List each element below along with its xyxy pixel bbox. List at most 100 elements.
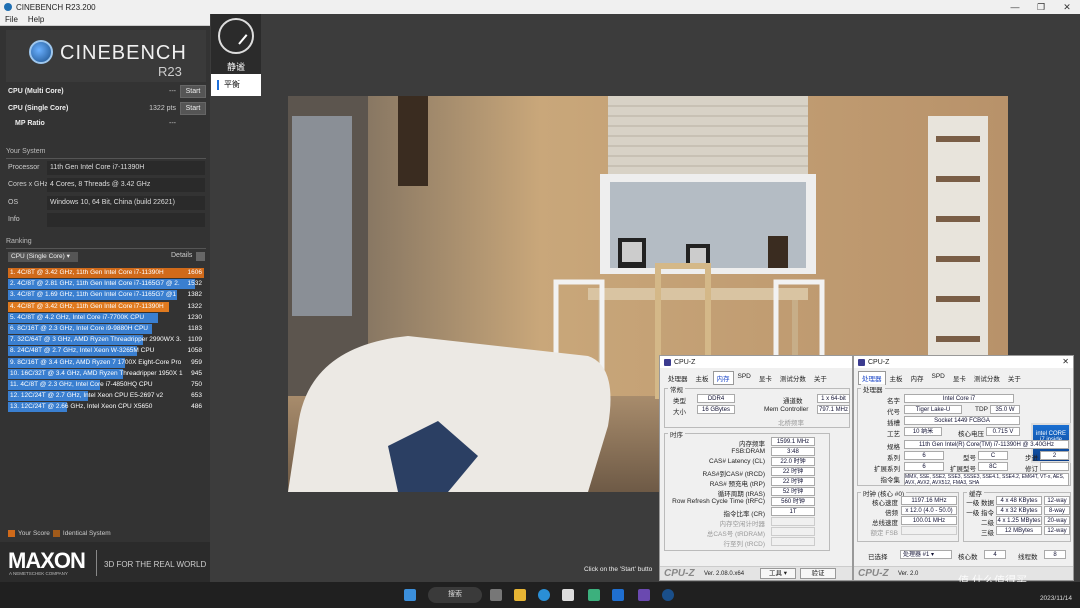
edge-icon[interactable] [538,589,550,601]
system-clock[interactable]: 2023/11/14 [1040,586,1072,602]
ranking-row[interactable]: 9. 8C/16T @ 3.4 GHz, AMD Ryzen 7 1700X E… [8,357,204,368]
timing-label: 内存空闲计时器 [719,521,766,528]
timing-value: 3:48 [771,447,815,456]
verify-button[interactable]: 验证 [800,568,836,579]
clock-date: 2023/11/14 [1039,595,1072,602]
tab-about[interactable]: 关于 [810,371,831,385]
ranking-row[interactable]: 5. 4C/8T @ 4.2 GHz, Intel Core i7-7700K … [8,312,204,323]
cpuz-footer: CPU-Z Ver. 2.08.0.x64 工具 ▾ 验证 [660,566,852,580]
field-label: 大小 [673,409,686,416]
tab-bench[interactable]: 测试分数 [776,371,810,385]
group-label: 时序 [668,429,685,439]
status-text: Click on the 'Start' butto [584,566,653,573]
tab-graphics[interactable]: 显卡 [755,371,776,385]
start-icon[interactable] [404,589,416,601]
cpuz-taskbar-icon[interactable] [638,589,650,601]
tab-processor[interactable]: 处理器 [858,371,886,385]
start-single-core-button[interactable]: Start [180,101,206,115]
tab-spd[interactable]: SPD [928,371,949,385]
maximize-button[interactable]: ❐ [1028,0,1054,14]
mail-icon[interactable] [612,589,624,601]
tab-about[interactable]: 关于 [1004,371,1025,385]
cpu-process: 10 纳米 [904,427,942,436]
mem-type: DDR4 [697,394,735,403]
tab-spd[interactable]: SPD [734,371,755,385]
cpuz-tabs: 处理器 主板 内存 SPD 显卡 测试分数 关于 [664,371,831,385]
start-multi-core-button[interactable]: Start [180,84,206,98]
cpu-family: 6 [904,451,944,460]
ranking-row[interactable]: 10. 16C/32T @ 3.4 GHz, AMD Ryzen Threadr… [8,368,204,379]
timing-label: 行至列 (tRCD) [723,541,765,548]
field-label: 通道数 [783,398,803,405]
ranking-select[interactable]: CPU (Single Core) ▾ [8,252,78,262]
details-toggle-button[interactable] [196,252,205,261]
field-label: 插槽 [887,420,900,427]
cpuz-memory-window: CPU-Z 处理器 主板 内存 SPD 显卡 测试分数 关于 常规 类型 DDR… [659,355,853,581]
ranking-label: 8. 24C/48T @ 2.7 GHz, Intel Xeon W-3265M… [10,347,155,355]
timing-label: 指令比率 (CR) [723,511,765,518]
ranking-score: 1322 [187,302,202,310]
test-score: 1322 pts [149,104,176,112]
clock-label: 额定 FSB [870,530,898,537]
app-icon[interactable] [588,589,600,601]
tools-button[interactable]: 工具 ▾ [760,568,796,579]
timing-value: 1T [771,507,815,516]
cinebench-app-icon [4,3,12,11]
timing-value: 22 时钟 [771,477,815,486]
tab-mainboard[interactable]: 主板 [692,371,713,385]
info-input[interactable] [47,213,205,227]
power-mode-label: 静谧 [226,62,245,72]
menu-file[interactable]: File [5,15,18,24]
field-label: 步进 [1025,455,1038,462]
tab-graphics[interactable]: 显卡 [949,371,970,385]
timing-label: Row Refresh Cycle Time (tRFC) [672,498,765,505]
clock-label: 倍频 [885,510,898,517]
ranking-score: 486 [191,403,202,411]
details-label[interactable]: Details [171,252,192,259]
ranking-row[interactable]: 12. 12C/24T @ 2.7 GHz, Intel Xeon CPU E5… [8,391,204,402]
speedometer-icon [218,18,254,54]
cinebench-taskbar-icon[interactable] [662,589,674,601]
processor-select[interactable]: 处理器 #1 ▾ [900,550,952,559]
ranking-label: 9. 8C/16T @ 3.4 GHz, AMD Ryzen 7 1700X E… [10,358,182,366]
close-icon[interactable]: ✕ [1062,357,1069,366]
general-group: 常规 类型 DDR4 大小 16 GBytes 通道数 1 x 64-bit M… [664,384,850,428]
menu-help[interactable]: Help [28,15,44,24]
cpuz-version: Ver. 2.0 [898,571,919,577]
task-view-icon[interactable] [490,589,502,601]
minimize-button[interactable]: — [1002,0,1028,14]
cinebench-logo-icon [29,40,53,64]
system-row: Cores x GHz 4 Cores, 8 Threads @ 3.42 GHz [6,178,206,192]
cache-size: 12 MBytes [996,526,1042,535]
timing-label: 内存频率 [739,441,765,448]
taskbar-search[interactable]: 搜索 [428,587,482,603]
ranking-row[interactable]: 13. 12C/24T @ 2.66 GHz, Intel Xeon CPU X… [8,402,204,413]
tab-processor[interactable]: 处理器 [664,371,692,385]
ranking-section-title: Ranking [6,238,32,245]
store-icon[interactable] [562,589,574,601]
ranking-label: 4. 4C/8T @ 3.42 GHz, 11th Gen Intel Core… [10,302,164,310]
field-label: 已选择 [868,554,888,561]
ranking-row[interactable]: 3. 4C/8T @ 1.69 GHz, 11th Gen Intel Core… [8,290,204,301]
file-explorer-icon[interactable] [514,589,526,601]
ranking-row[interactable]: 7. 32C/64T @ 3 GHz, AMD Ryzen Threadripp… [8,335,204,346]
group-label: 常规 [668,384,685,394]
ranking-legend: Your Score Identical System [8,530,111,537]
ranking-row[interactable]: 6. 8C/16T @ 2.3 GHz, Intel Core i9-9880H… [8,324,204,334]
field-label: 北桥频率 [778,420,804,427]
tab-bench[interactable]: 测试分数 [970,371,1004,385]
balance-mode-option[interactable]: 平衡 [211,74,261,96]
cpuz-icon [858,358,865,366]
tab-memory[interactable]: 内存 [907,371,928,385]
your-score-swatch [8,530,15,537]
tab-mainboard[interactable]: 主板 [886,371,907,385]
ranking-row[interactable]: 8. 24C/48T @ 2.7 GHz, Intel Xeon W-3265M… [8,346,204,357]
test-name: MP Ratio [15,119,45,127]
tab-memory[interactable]: 内存 [712,371,734,385]
ranking-row[interactable]: 4. 4C/8T @ 3.42 GHz, 11th Gen Intel Core… [8,301,204,312]
cinebench-logo: CINEBENCH R23 [6,30,206,82]
ranking-row[interactable]: 2. 4C/8T @ 2.81 GHz, 11th Gen Intel Core… [8,279,204,290]
ranking-row[interactable]: 1. 4C/8T @ 3.42 GHz, 11th Gen Intel Core… [8,268,204,278]
ranking-row[interactable]: 11. 4C/8T @ 2.3 GHz, Intel Core i7-4850H… [8,380,204,390]
close-button[interactable]: ✕ [1054,0,1080,14]
